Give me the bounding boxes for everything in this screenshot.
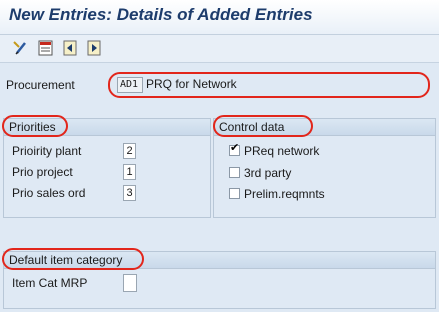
item-cat-mrp-label: Item Cat MRP: [12, 276, 88, 290]
prelim-reqmnts-checkbox[interactable]: [229, 188, 240, 199]
title-bar: New Entries: Details of Added Entries: [0, 0, 439, 35]
priority-sales-order-field[interactable]: 3: [123, 185, 136, 201]
previous-entry-icon[interactable]: [61, 39, 79, 57]
page-title: New Entries: Details of Added Entries: [9, 5, 313, 24]
third-party-label: 3rd party: [244, 166, 292, 180]
preq-network-checkbox[interactable]: ✔: [229, 142, 240, 156]
procurement-description: PRQ for Network: [146, 77, 237, 91]
priorities-title: Priorities: [9, 120, 56, 134]
procurement-code-field[interactable]: AD1: [117, 77, 143, 93]
control-data-header: Control data: [214, 119, 435, 136]
preq-network-label: PReq network: [244, 144, 320, 158]
default-item-category-header: Default item category: [4, 252, 435, 269]
priority-sales-order-label: Prio sales ord: [12, 186, 86, 200]
item-cat-mrp-field[interactable]: [123, 274, 137, 292]
priority-project-label: Prio project: [12, 165, 73, 179]
priority-project-field[interactable]: 1: [123, 164, 136, 180]
default-item-category-title: Default item category: [9, 253, 123, 267]
list-view-icon[interactable]: [37, 39, 55, 57]
next-entry-icon[interactable]: [85, 39, 103, 57]
prelim-reqmnts-label: Prelim.reqmnts: [244, 187, 325, 201]
third-party-checkbox[interactable]: [229, 167, 240, 178]
priority-plant-field[interactable]: 2: [123, 143, 136, 159]
procurement-label: Procurement: [6, 78, 75, 92]
application-toolbar: [0, 35, 439, 63]
priorities-header: Priorities: [4, 119, 210, 136]
control-data-title: Control data: [219, 120, 285, 134]
priority-plant-label: Prioirity plant: [12, 144, 82, 158]
checkmark-icon: ✔: [230, 142, 240, 154]
edit-pencil-icon[interactable]: [11, 39, 29, 57]
